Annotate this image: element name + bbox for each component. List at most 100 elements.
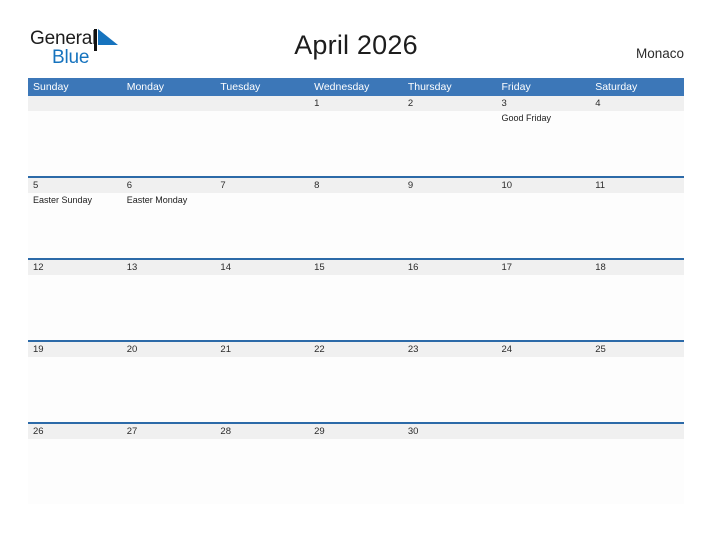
calendar-week-row: 1 2 3 4 Good Friday bbox=[28, 96, 684, 176]
day-number[interactable]: 4 bbox=[590, 96, 684, 111]
day-cell[interactable] bbox=[403, 357, 497, 422]
holiday-event-label: Good Friday bbox=[501, 113, 552, 123]
day-number[interactable]: 24 bbox=[497, 342, 591, 357]
calendar-week-row: 5 6 7 8 9 10 11 Easter Sunday Easter Monday bbox=[28, 176, 684, 258]
day-number[interactable]: 17 bbox=[497, 260, 591, 275]
day-cell[interactable] bbox=[215, 193, 309, 258]
day-cell[interactable] bbox=[28, 439, 122, 504]
week-date-number-band: 26 27 28 29 30 bbox=[28, 424, 684, 439]
week-date-number-band: 1234 bbox=[28, 96, 684, 111]
day-cell bbox=[28, 111, 122, 176]
day-number-empty bbox=[122, 96, 216, 111]
day-cell[interactable] bbox=[122, 357, 216, 422]
day-number[interactable]: 30 bbox=[403, 424, 497, 439]
day-cell[interactable] bbox=[590, 111, 684, 176]
day-cell[interactable] bbox=[309, 275, 403, 340]
week-date-number-band: 19 20 21 22 23 24 25 bbox=[28, 342, 684, 357]
weekday-header-row: Sunday Monday Tuesday Wednesday Thursday… bbox=[28, 78, 684, 96]
week-date-number-band: 12 13 14 15 16 17 18 bbox=[28, 260, 684, 275]
day-number[interactable]: 7 bbox=[215, 178, 309, 193]
day-number[interactable]: 14 bbox=[215, 260, 309, 275]
day-number[interactable]: 11 bbox=[590, 178, 684, 193]
calendar-week-row: 12 13 14 15 16 17 18 bbox=[28, 258, 684, 340]
weekday-header-monday: Monday bbox=[126, 81, 165, 93]
day-cell[interactable] bbox=[309, 111, 403, 176]
week-events-band bbox=[28, 275, 684, 340]
day-number[interactable]: 10 bbox=[497, 178, 591, 193]
day-cell[interactable] bbox=[590, 275, 684, 340]
day-number[interactable]: 29 bbox=[309, 424, 403, 439]
weekday-header-thursday: Thursday bbox=[407, 81, 452, 93]
week-events-band: Good Friday bbox=[28, 111, 684, 176]
holiday-event-label: Easter Sunday bbox=[33, 195, 93, 205]
day-number[interactable]: 8 bbox=[309, 178, 403, 193]
day-cell[interactable] bbox=[497, 193, 591, 258]
day-number[interactable]: 2 bbox=[403, 96, 497, 111]
day-cell[interactable]: Easter Sunday bbox=[28, 193, 122, 258]
day-cell[interactable] bbox=[215, 275, 309, 340]
day-number[interactable]: 18 bbox=[590, 260, 684, 275]
calendar-week-row: 19 20 21 22 23 24 25 bbox=[28, 340, 684, 422]
day-number[interactable]: 22 bbox=[309, 342, 403, 357]
weekday-header-sunday: Sunday bbox=[33, 81, 69, 93]
day-cell bbox=[215, 111, 309, 176]
day-cell[interactable] bbox=[403, 439, 497, 504]
day-number[interactable]: 21 bbox=[215, 342, 309, 357]
day-number[interactable]: 12 bbox=[28, 260, 122, 275]
day-cell[interactable] bbox=[122, 275, 216, 340]
day-cell[interactable] bbox=[215, 439, 309, 504]
week-events-band bbox=[28, 439, 684, 504]
calendar-page: General Blue April 2026 Monaco Sunday Mo… bbox=[0, 0, 712, 550]
day-number[interactable]: 16 bbox=[403, 260, 497, 275]
day-cell[interactable] bbox=[497, 275, 591, 340]
day-number[interactable]: 20 bbox=[122, 342, 216, 357]
calendar-week-row: 26 27 28 29 30 bbox=[28, 422, 684, 504]
day-cell[interactable]: Good Friday bbox=[497, 111, 591, 176]
weekday-header-wednesday: Wednesday bbox=[314, 81, 370, 93]
holiday-event-label: Easter Monday bbox=[126, 195, 188, 205]
day-number-empty bbox=[590, 424, 684, 439]
day-cell[interactable] bbox=[590, 357, 684, 422]
day-number[interactable]: 15 bbox=[309, 260, 403, 275]
day-cell bbox=[590, 439, 684, 504]
day-number[interactable]: 28 bbox=[215, 424, 309, 439]
week-events-band: Easter Sunday Easter Monday bbox=[28, 193, 684, 258]
day-number[interactable]: 13 bbox=[122, 260, 216, 275]
day-number[interactable]: 27 bbox=[122, 424, 216, 439]
page-header: General Blue April 2026 Monaco bbox=[0, 0, 712, 76]
day-cell[interactable] bbox=[403, 111, 497, 176]
day-number[interactable]: 3 bbox=[497, 96, 591, 111]
day-cell[interactable] bbox=[403, 193, 497, 258]
day-number[interactable]: 6 bbox=[122, 178, 216, 193]
day-number[interactable]: 26 bbox=[28, 424, 122, 439]
day-cell[interactable] bbox=[309, 439, 403, 504]
weekday-header-saturday: Saturday bbox=[595, 81, 638, 93]
day-cell[interactable] bbox=[590, 193, 684, 258]
week-date-number-band: 5 6 7 8 9 10 11 bbox=[28, 178, 684, 193]
day-cell[interactable] bbox=[215, 357, 309, 422]
day-cell[interactable] bbox=[497, 357, 591, 422]
day-number[interactable]: 1 bbox=[309, 96, 403, 111]
day-number[interactable]: 19 bbox=[28, 342, 122, 357]
calendar-table: Sunday Monday Tuesday Wednesday Thursday… bbox=[28, 78, 684, 504]
day-cell[interactable] bbox=[28, 275, 122, 340]
weekday-header-tuesday: Tuesday bbox=[220, 81, 261, 93]
calendar-weeks: 1 2 3 4 Good Friday 5 6 7 8 9 10 11 Easter Sunday Eas… bbox=[28, 96, 684, 504]
day-number[interactable]: 5 bbox=[28, 178, 122, 193]
location-label: Monaco bbox=[635, 46, 684, 61]
day-cell[interactable]: Easter Monday bbox=[122, 193, 216, 258]
day-number-empty bbox=[28, 96, 122, 111]
day-cell[interactable] bbox=[403, 275, 497, 340]
day-cell bbox=[497, 439, 591, 504]
day-number-empty bbox=[497, 424, 591, 439]
day-cell[interactable] bbox=[309, 357, 403, 422]
day-cell[interactable] bbox=[122, 439, 216, 504]
day-number[interactable]: 9 bbox=[403, 178, 497, 193]
page-title: April 2026 bbox=[294, 30, 418, 60]
day-cell[interactable] bbox=[309, 193, 403, 258]
day-number[interactable]: 25 bbox=[590, 342, 684, 357]
week-events-band bbox=[28, 357, 684, 422]
day-cell[interactable] bbox=[28, 357, 122, 422]
day-number-empty bbox=[215, 96, 309, 111]
day-number[interactable]: 23 bbox=[403, 342, 497, 357]
